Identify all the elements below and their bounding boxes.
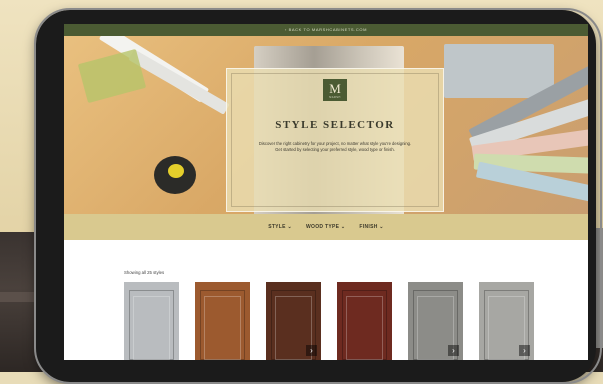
filter-bar: STYLE ⌄ WOOD TYPE ⌄ FINISH ⌄ xyxy=(64,214,588,240)
filter-finish-dropdown[interactable]: FINISH ⌄ xyxy=(359,224,383,230)
hero-banner: M MARSH STYLE SELECTOR Discover the righ… xyxy=(64,36,588,214)
next-arrow-icon[interactable]: › xyxy=(519,345,530,356)
logo-subtext: MARSH xyxy=(329,96,341,99)
filter-style-dropdown[interactable]: STYLE ⌄ xyxy=(268,224,292,230)
next-arrow-icon[interactable]: › xyxy=(306,345,317,356)
results-count: Showing all 25 styles xyxy=(124,270,165,275)
product-card[interactable]: › xyxy=(479,282,534,360)
green-paper xyxy=(77,48,147,104)
color-fan-deck xyxy=(464,64,588,214)
hero-description: Discover the right cabinetry for your pr… xyxy=(258,141,412,152)
back-link[interactable]: ‹ BACK TO MARSHCABINETS.COM xyxy=(64,24,588,36)
product-card[interactable]: › xyxy=(408,282,463,360)
product-card[interactable] xyxy=(337,282,392,360)
filter-wood-type-dropdown[interactable]: WOOD TYPE ⌄ xyxy=(306,224,345,230)
door-panel xyxy=(133,296,170,360)
product-card[interactable] xyxy=(124,282,179,360)
tablet-screen: ‹ BACK TO MARSHCABINETS.COM M MARSH STYL… xyxy=(64,24,588,360)
product-card[interactable] xyxy=(195,282,250,360)
next-arrow-icon[interactable]: › xyxy=(448,345,459,356)
product-grid: › › › xyxy=(124,282,544,360)
page-title: STYLE SELECTOR xyxy=(275,119,395,131)
tape-measure-center xyxy=(168,164,184,178)
door-panel xyxy=(204,296,241,360)
hero-panel: M MARSH STYLE SELECTOR Discover the righ… xyxy=(226,68,444,212)
door-panel xyxy=(346,296,383,360)
product-card[interactable]: › xyxy=(266,282,321,360)
